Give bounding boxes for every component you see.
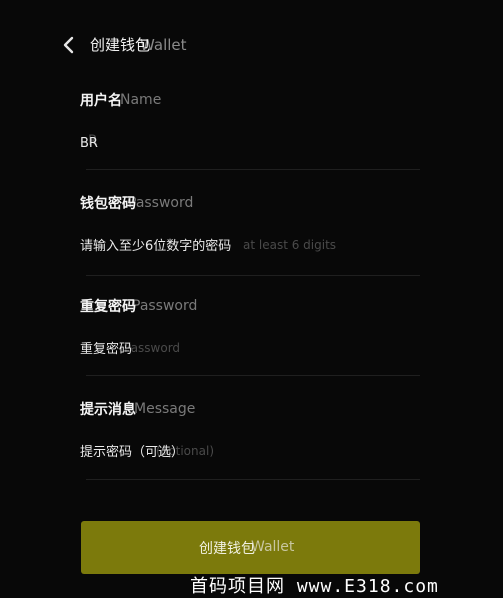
repeat-password-label-text: 重复密码 xyxy=(80,299,136,315)
name-underline xyxy=(86,169,420,170)
password-input-ghost: at least 6 digits xyxy=(243,238,337,252)
repeat-password-underline xyxy=(86,375,420,376)
create-wallet-button[interactable]: Wallet 创建钱包 xyxy=(81,521,420,574)
create-wallet-button-ghost: Wallet xyxy=(251,539,295,555)
name-label-ghost: Name xyxy=(120,92,162,108)
hint-field: Message 提示消息 (optional) 提示密码（可选） xyxy=(80,399,420,480)
name-input[interactable]: R BR xyxy=(80,132,420,158)
password-label: Password 钱包密码 xyxy=(80,193,420,215)
hint-input[interactable]: (optional) 提示密码（可选） xyxy=(80,441,420,467)
repeat-password-label-ghost: Password xyxy=(132,298,198,314)
hint-label-ghost: Message xyxy=(134,401,196,417)
password-underline xyxy=(86,275,420,276)
hint-underline xyxy=(86,479,420,480)
repeat-password-input-placeholder: 重复密码 xyxy=(80,342,133,357)
repeat-password-input-ghost: Password xyxy=(124,341,181,355)
repeat-password-field: Password 重复密码 Password 重复密码 xyxy=(80,296,420,376)
hint-label: Message 提示消息 xyxy=(80,399,420,421)
name-field: Name 用户名 R BR xyxy=(80,90,420,170)
repeat-password-input[interactable]: Password 重复密码 xyxy=(80,338,420,364)
header: Wallet 创建钱包 xyxy=(0,30,503,60)
page-title: Wallet 创建钱包 xyxy=(90,34,187,58)
password-field: Password 钱包密码 at least 6 digits 请输入至少6位数… xyxy=(80,193,420,276)
name-input-value: BR xyxy=(80,136,98,151)
hint-input-placeholder: 提示密码（可选） xyxy=(80,445,185,460)
repeat-password-label: Password 重复密码 xyxy=(80,296,420,318)
name-label-text: 用户名 xyxy=(80,93,122,109)
password-input-placeholder: 请输入至少6位数字的密码 xyxy=(80,239,232,254)
password-label-ghost: Password xyxy=(128,195,194,211)
password-input[interactable]: at least 6 digits 请输入至少6位数字的密码 xyxy=(80,235,420,261)
chevron-left-icon xyxy=(63,36,74,54)
name-label: Name 用户名 xyxy=(80,90,420,112)
watermark: 首码项目网 www.E318.com xyxy=(190,576,439,597)
create-wallet-button-label: 创建钱包 xyxy=(199,541,255,557)
page-title-text: 创建钱包 xyxy=(90,36,151,54)
hint-label-text: 提示消息 xyxy=(80,402,136,418)
password-label-text: 钱包密码 xyxy=(80,196,136,212)
back-button[interactable] xyxy=(60,33,80,57)
